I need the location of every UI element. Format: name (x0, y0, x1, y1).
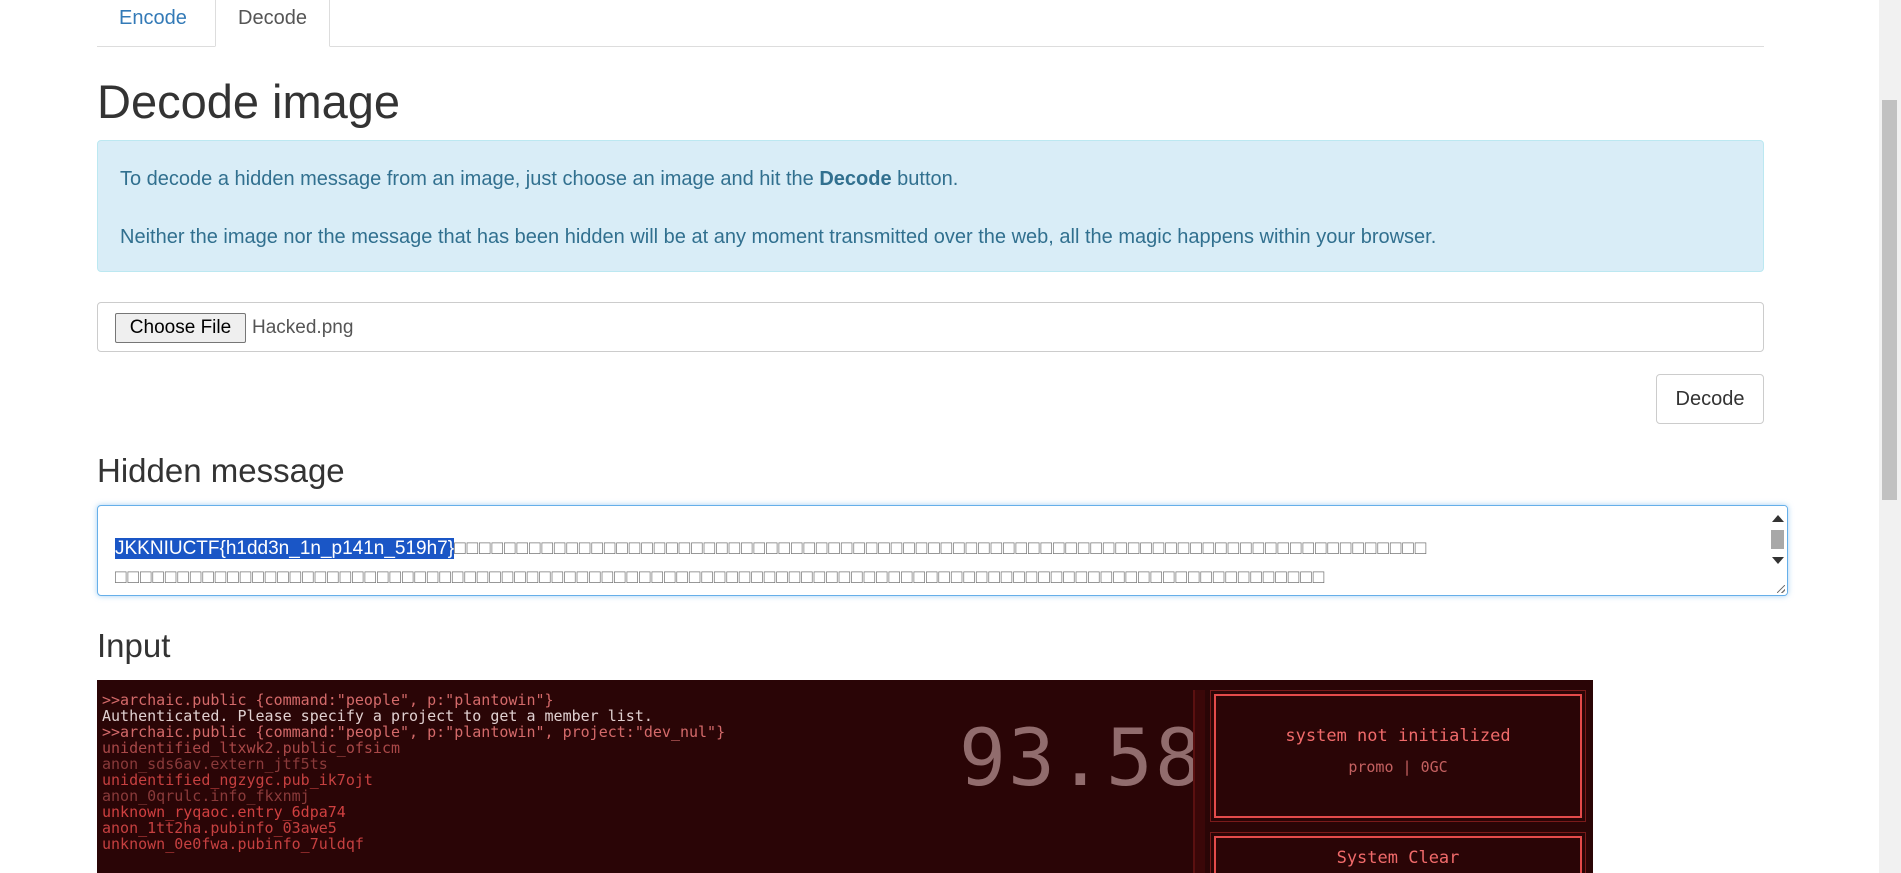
resize-handle-icon[interactable] (1777, 585, 1785, 593)
page-scrollbar[interactable] (1879, 0, 1901, 873)
tab-decode[interactable]: Decode (215, 0, 330, 47)
textarea-line-1: JKKNIUCTF{h1dd3n_1n_p141n_519h7}□□□□□□□□… (115, 537, 1427, 561)
textarea-line-2: □□□□□□□□□□□□□□□□□□□□□□□□□□□□□□□□□□□□□□□□… (115, 567, 1326, 588)
tab-encode[interactable]: Encode (97, 0, 209, 46)
page-title: Decode image (97, 75, 401, 128)
image-divider (1193, 690, 1205, 873)
terminal-line: anon_sds6av.extern_jtf5ts (102, 755, 328, 773)
decode-button[interactable]: Decode (1656, 374, 1764, 424)
hidden-message-textarea[interactable]: JKKNIUCTF{h1dd3n_1n_p141n_519h7}□□□□□□□□… (97, 505, 1788, 596)
file-input[interactable]: Choose File Hacked.png (97, 302, 1764, 352)
hidden-message-heading: Hidden message (97, 452, 345, 489)
system-clear-label: System Clear (1336, 848, 1460, 868)
info-line-1-bold: Decode (819, 168, 892, 190)
big-number-display: 93.58 (959, 714, 1204, 804)
textarea-scrollbar[interactable] (1767, 506, 1787, 595)
input-image: >>archaic.public {command:"people", p:"p… (97, 680, 1593, 873)
info-alert: To decode a hidden message from an image… (97, 140, 1764, 272)
terminal-line: unidentified_ngzygc.pub_ik7ojt (102, 771, 373, 789)
selected-flag-text: JKKNIUCTF{h1dd3n_1n_p141n_519h7} (115, 538, 455, 559)
terminal-line: unidentified_ltxwk2.public_ofsicm (102, 739, 401, 757)
status-panel-subtitle: promo | 0GC (1348, 758, 1448, 776)
terminal-line: anon_1tt2ha.pubinfo_03awe5 (102, 819, 337, 837)
status-panel: system not initialized promo | 0GC (1210, 690, 1586, 822)
unprintable-chars: □□□□□□□□□□□□□□□□□□□□□□□□□□□□□□□□□□□□□□□□… (454, 538, 1428, 559)
terminal-text: >>archaic.public {command:"people", p:"p… (102, 692, 725, 852)
terminal-line: >>archaic.public {command:"people", p:"p… (102, 691, 554, 709)
terminal-line: Authenticated. Please specify a project … (102, 707, 653, 725)
scroll-up-arrow-icon[interactable] (1772, 515, 1784, 522)
terminal-line: unknown_ryqaoc.entry_6dpa74 (102, 803, 346, 821)
page-scroll-thumb[interactable] (1882, 100, 1897, 500)
input-heading: Input (97, 627, 171, 664)
info-line-2: Neither the image nor the message that h… (120, 226, 1437, 248)
info-line-1-tail: button. (891, 168, 959, 190)
info-line-1-text: To decode a hidden message from an image… (120, 168, 820, 190)
choose-file-button[interactable]: Choose File (115, 313, 246, 343)
system-clear-panel: System Clear (1210, 832, 1586, 873)
terminal-line: anon_0qrulc.info_fkxnmj (102, 787, 310, 805)
terminal-line: unknown_0e0fwa.pubinfo_7uldqf (102, 835, 364, 853)
tab-bar: Encode Decode (97, 0, 1764, 47)
terminal-line: >>archaic.public {command:"people", p:"p… (102, 723, 726, 741)
status-panel-title: system not initialized (1285, 726, 1511, 746)
scroll-down-arrow-icon[interactable] (1772, 557, 1784, 564)
textarea-scroll-thumb[interactable] (1771, 530, 1784, 549)
info-line-1: To decode a hidden message from an image… (120, 165, 1741, 193)
file-name-label: Hacked.png (252, 317, 354, 338)
